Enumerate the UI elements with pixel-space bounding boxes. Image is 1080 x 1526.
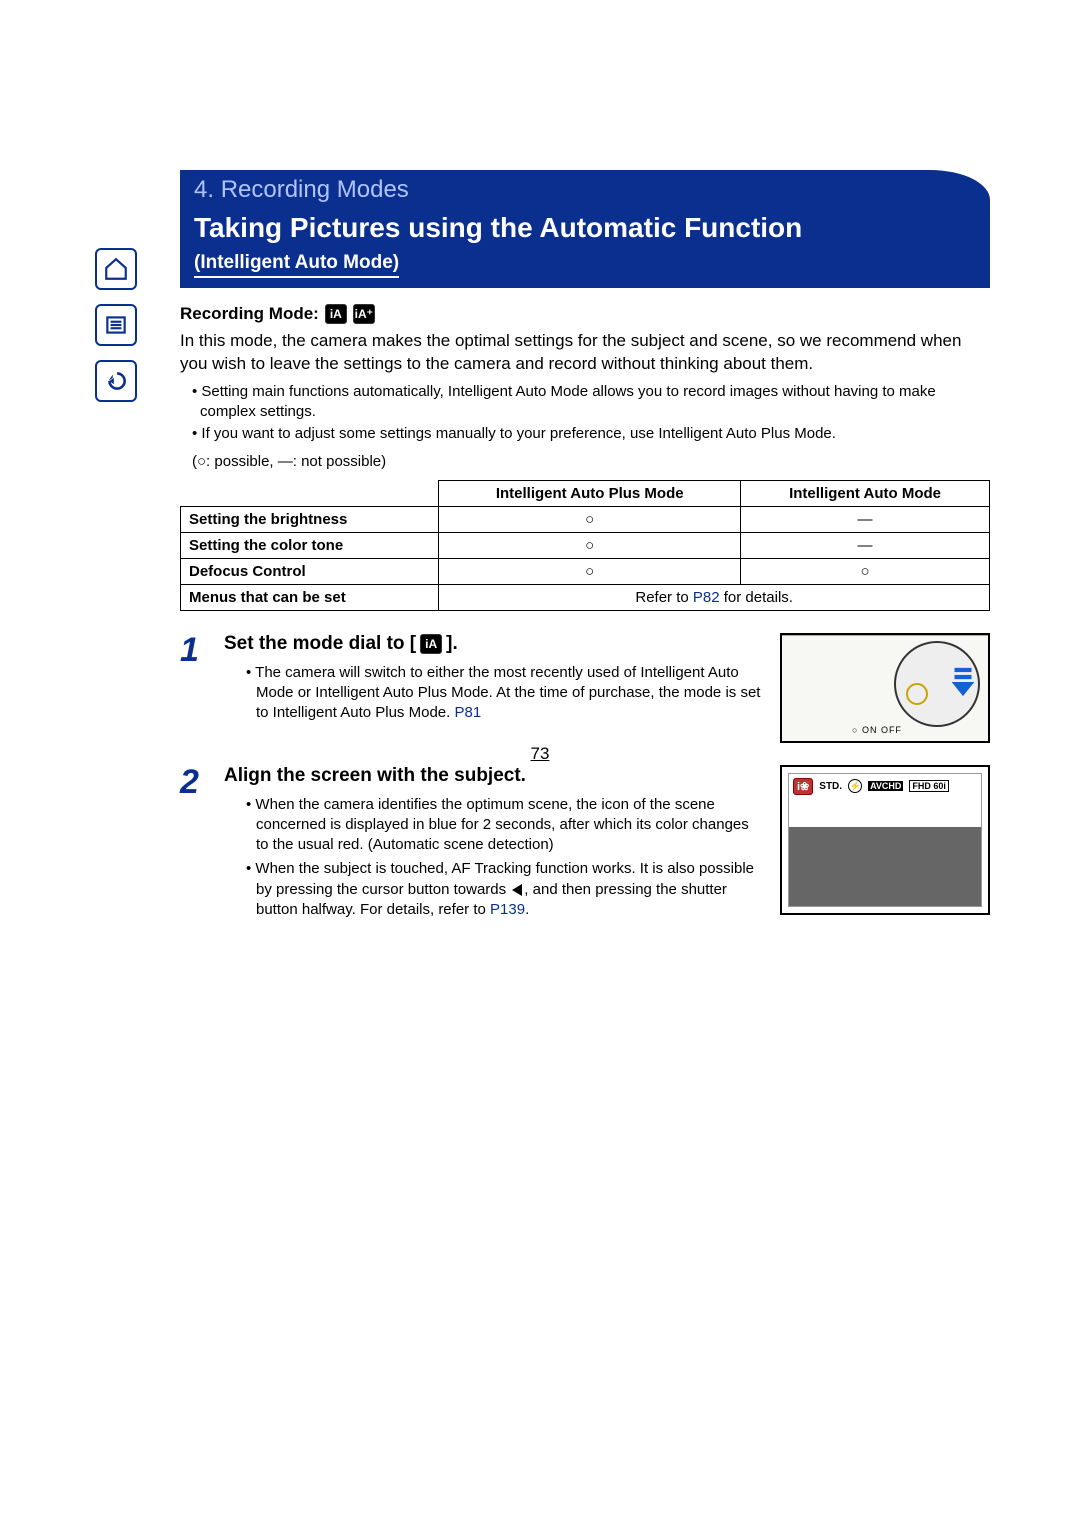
page-subtitle: (Intelligent Auto Mode): [194, 252, 399, 278]
table-cell: ○: [439, 558, 741, 584]
contents-icon[interactable]: [95, 304, 137, 346]
page-link[interactable]: P139: [490, 901, 525, 918]
continue-arrow-icon: [946, 665, 980, 704]
ia-mode-icon: iA: [420, 634, 442, 654]
table-header: Intelligent Auto Mode: [741, 480, 990, 506]
chapter-number: 4.: [194, 176, 214, 203]
table-row-label: Defocus Control: [181, 558, 439, 584]
home-icon[interactable]: [95, 248, 137, 290]
table-header-blank: [181, 480, 439, 506]
page-number: 73: [0, 744, 1080, 764]
page-title: Taking Pictures using the Automatic Func…: [180, 208, 990, 252]
page-content: Recording Mode: iA iA⁺ In this mode, the…: [180, 304, 990, 924]
intro-text: In this mode, the camera makes the optim…: [180, 330, 990, 376]
table-row-label: Setting the color tone: [181, 532, 439, 558]
table-cell: ―: [741, 506, 990, 532]
cursor-left-icon: [512, 884, 522, 896]
page-link[interactable]: P82: [693, 589, 720, 606]
back-icon[interactable]: [95, 360, 137, 402]
table-cell: ○: [439, 532, 741, 558]
note-item: If you want to adjust some settings manu…: [192, 424, 990, 444]
step-bullet: When the camera identifies the optimum s…: [246, 795, 762, 856]
fhd-badge: FHD 60i: [909, 780, 949, 792]
step-number: 2: [180, 765, 206, 925]
comparison-table: Intelligent Auto Plus Mode Intelligent A…: [180, 480, 990, 611]
scene-icon: i❀: [793, 778, 813, 795]
page-link[interactable]: P81: [454, 704, 481, 721]
step-bullet: When the subject is touched, AF Tracking…: [246, 859, 762, 920]
avchd-badge: AVCHD: [868, 781, 903, 791]
step-1: 1 Set the mode dial to [ iA ]. The camer…: [180, 633, 990, 743]
step-title: Align the screen with the subject.: [224, 765, 762, 787]
flash-icon: ⚡: [848, 779, 862, 793]
step-title: Set the mode dial to [ iA ].: [224, 633, 762, 655]
chapter-title: Recording Modes: [221, 176, 409, 203]
table-legend: (○: possible, ―: not possible): [180, 453, 990, 470]
table-header: Intelligent Auto Plus Mode: [439, 480, 741, 506]
ia-plus-mode-icon: iA⁺: [353, 304, 375, 324]
table-cell: ―: [741, 532, 990, 558]
std-badge: STD.: [819, 781, 842, 792]
step-bullet: The camera will switch to either the mos…: [246, 663, 762, 724]
step-number: 1: [180, 633, 206, 743]
table-cell: ○: [741, 558, 990, 584]
sidebar-nav: [95, 248, 137, 402]
table-cell-merged: Refer to P82 for details.: [439, 584, 990, 610]
note-list: Setting main functions automatically, In…: [180, 382, 990, 445]
note-item: Setting main functions automatically, In…: [192, 382, 990, 423]
chapter-header: 4. Recording Modes Taking Pictures using…: [180, 170, 990, 288]
recording-mode-label: Recording Mode:: [180, 304, 319, 324]
table-cell: ○: [439, 506, 741, 532]
ia-mode-icon: iA: [325, 304, 347, 324]
step-2: 2 Align the screen with the subject. Whe…: [180, 765, 990, 925]
lcd-illustration: i❀ STD. ⚡ AVCHD FHD 60i: [780, 765, 990, 925]
table-row-label: Menus that can be set: [181, 584, 439, 610]
table-row-label: Setting the brightness: [181, 506, 439, 532]
